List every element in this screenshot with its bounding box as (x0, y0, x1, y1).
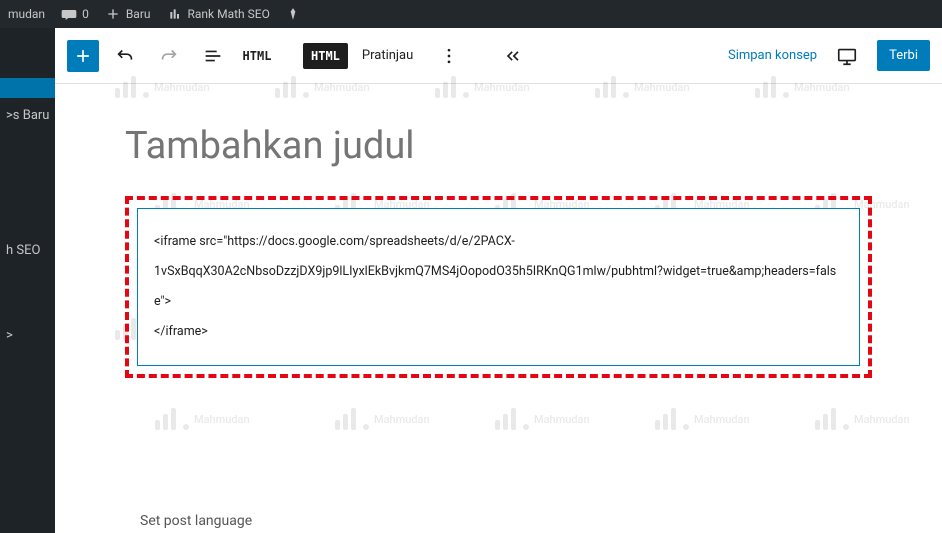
html-code-block[interactable]: <iframe src="https://docs.google.com/spr… (137, 208, 860, 366)
list-icon (202, 45, 224, 67)
preview-tab[interactable]: Pratinjau (362, 48, 413, 63)
outline-button[interactable] (195, 38, 231, 74)
html-mode-button[interactable]: HTML (239, 38, 275, 74)
code-line: </iframe> (154, 317, 843, 347)
editor-toolbar: HTML HTML Pratinjau Simpan konsep Terbi (55, 28, 942, 84)
html-block-badge[interactable]: HTML (303, 43, 348, 69)
desktop-icon (836, 45, 858, 67)
admin-bar-site[interactable]: mudan (8, 7, 45, 21)
redo-button[interactable] (151, 38, 187, 74)
undo-icon (114, 45, 136, 67)
plus-icon (73, 46, 93, 66)
sidebar-item-active[interactable] (0, 78, 55, 98)
rankmath-label: Rank Math SEO (188, 7, 270, 21)
publish-button[interactable]: Terbi (877, 40, 930, 71)
save-draft-button[interactable]: Simpan konsep (728, 48, 817, 63)
editor-body: Tambahkan judul <iframe src="https://doc… (55, 84, 942, 398)
preview-device-button[interactable] (829, 38, 865, 74)
post-title-placeholder[interactable]: Tambahkan judul (125, 124, 872, 168)
post-language-label[interactable]: Set post language (140, 513, 252, 529)
add-block-button[interactable] (67, 40, 99, 72)
chart-icon (167, 6, 183, 22)
wp-sidebar: >s Baru h SEO > (0, 28, 55, 533)
admin-bar-new[interactable]: Baru (105, 6, 151, 22)
admin-bar-rankmath[interactable]: Rank Math SEO (167, 6, 270, 22)
comments-count: 0 (82, 7, 89, 21)
comment-icon (61, 6, 77, 22)
kebab-icon (439, 46, 459, 66)
code-line: 1vSxBqqX30A2cNbsoDzzjDX9jp9lLIyxlEkBvjkm… (154, 257, 843, 317)
admin-bar-site-name: mudan (8, 7, 45, 21)
sidebar-item-posts-new[interactable]: >s Baru (0, 98, 55, 133)
more-options-button[interactable] (431, 38, 467, 74)
sidebar-item-seo[interactable]: h SEO (0, 233, 55, 268)
diamond-icon (286, 7, 300, 21)
plus-icon (105, 6, 121, 22)
admin-bar-extra[interactable] (286, 7, 300, 21)
editor-content: Mahmudan Mahmudan Mahmudan Mahmudan Mahm… (55, 28, 942, 533)
collapse-button[interactable] (495, 38, 531, 74)
admin-bar-comments[interactable]: 0 (61, 6, 89, 22)
redo-icon (158, 45, 180, 67)
code-line: <iframe src="https://docs.google.com/spr… (154, 227, 843, 257)
chevron-double-left-icon (503, 46, 523, 66)
wp-admin-bar: mudan 0 Baru Rank Math SEO (0, 0, 942, 28)
undo-button[interactable] (107, 38, 143, 74)
sidebar-item-last[interactable]: > (0, 318, 55, 353)
new-label: Baru (126, 7, 151, 21)
highlight-annotation: <iframe src="https://docs.google.com/spr… (125, 196, 872, 378)
